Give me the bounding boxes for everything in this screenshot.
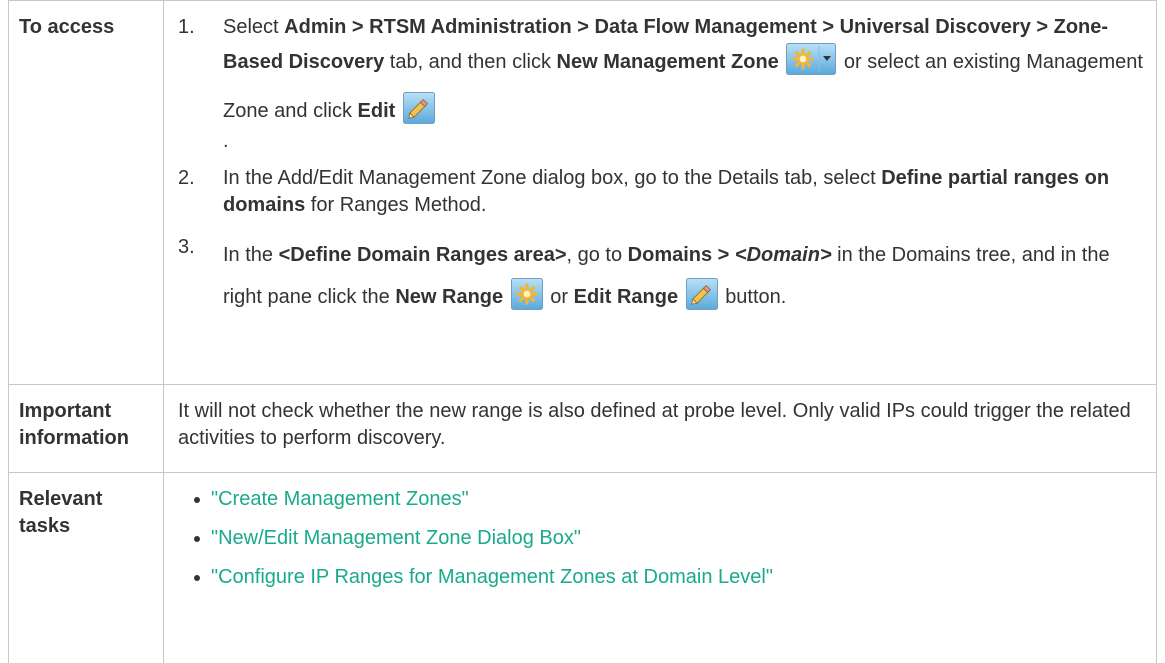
reference-table: To access 1. Select Admin > RTSM Adminis…: [8, 0, 1157, 663]
step-2-text-a: In the Add/Edit Management Zone dialog b…: [223, 167, 882, 189]
row-header-important-information: Important information: [8, 384, 164, 473]
step-3-define-domain-ranges: <Define Domain Ranges area>: [278, 244, 567, 266]
table-row-relevant-tasks: Relevant tasks "Create Management Zones"…: [8, 472, 1157, 663]
step-3-text-a: In the: [223, 244, 279, 266]
step-1-period: .: [223, 130, 229, 152]
important-information-text: It will not check whether the new range …: [163, 384, 1157, 473]
step-1-new-management-zone: New Management Zone: [556, 51, 779, 73]
to-access-steps-cell: 1. Select Admin > RTSM Administration > …: [163, 0, 1157, 385]
step-2-number: 2.: [178, 167, 195, 189]
list-item: "Configure IP Ranges for Management Zone…: [178, 564, 1144, 591]
step-1: 1. Select Admin > RTSM Administration > …: [178, 14, 1144, 152]
relevant-tasks-cell: "Create Management Zones" "New/Edit Mana…: [163, 472, 1157, 663]
step-1-text-a: Select: [223, 16, 285, 38]
step-2-text-b: for Ranges Method.: [305, 194, 487, 216]
table-row-important-information: Important information It will not check …: [8, 384, 1157, 473]
list-item: "Create Management Zones": [178, 486, 1144, 513]
step-2: 2. In the Add/Edit Management Zone dialo…: [178, 165, 1144, 219]
edit-pencil-icon: [685, 278, 718, 318]
table-row-to-access: To access 1. Select Admin > RTSM Adminis…: [8, 0, 1157, 385]
new-star-dropdown-icon: [786, 43, 837, 90]
step-3-domains: Domains >: [627, 244, 735, 266]
link-create-management-zones[interactable]: "Create Management Zones": [211, 488, 469, 510]
step-1-edit: Edit: [357, 100, 396, 122]
step-1-text-b: tab, and then click: [384, 51, 557, 73]
link-new-edit-management-zone-dialog-box[interactable]: "New/Edit Management Zone Dialog Box": [211, 527, 581, 549]
step-3-domain-placeholder: <Domain>: [734, 244, 832, 266]
link-configure-ip-ranges[interactable]: "Configure IP Ranges for Management Zone…: [211, 566, 773, 588]
relevant-tasks-list: "Create Management Zones" "New/Edit Mana…: [178, 486, 1144, 591]
step-3-text-e: button.: [725, 286, 787, 308]
step-3-new-range: New Range: [395, 286, 504, 308]
step-3: 3. In the <Define Domain Ranges area>, g…: [178, 234, 1144, 325]
edit-pencil-icon: [402, 92, 435, 132]
new-star-icon: [510, 278, 543, 325]
access-steps-list: 1. Select Admin > RTSM Administration > …: [178, 14, 1144, 325]
step-3-text-d: or: [544, 286, 574, 308]
step-3-text-b: , go to: [566, 244, 628, 266]
row-header-to-access: To access: [8, 0, 164, 385]
step-3-edit-range: Edit Range: [573, 286, 679, 308]
row-header-relevant-tasks: Relevant tasks: [8, 472, 164, 663]
step-1-number: 1.: [178, 16, 195, 38]
list-item: "New/Edit Management Zone Dialog Box": [178, 525, 1144, 552]
step-3-number: 3.: [178, 236, 195, 258]
